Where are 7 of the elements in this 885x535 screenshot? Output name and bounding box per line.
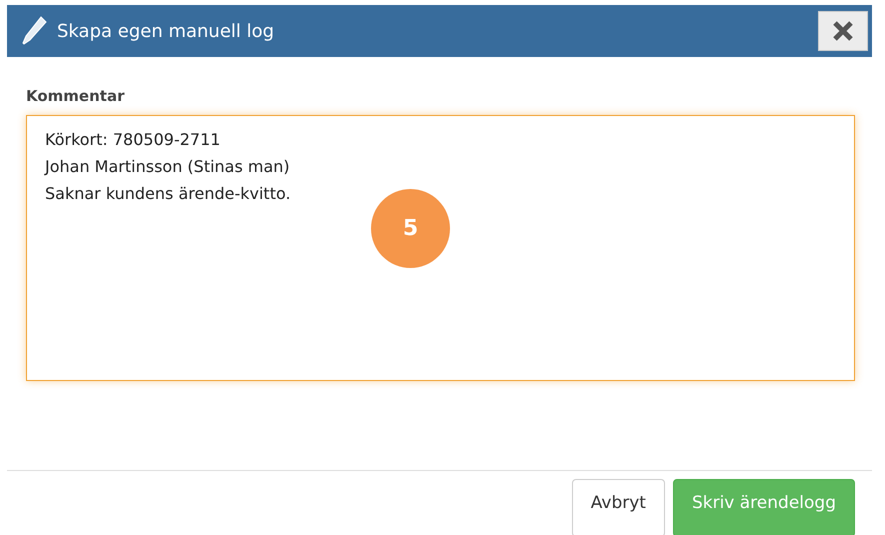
comment-label: Kommentar [26,87,126,105]
dialog-title: Skapa egen manuell log [57,20,276,42]
pencil-icon [21,16,47,46]
close-icon [832,20,854,42]
cancel-button[interactable]: Avbryt [572,479,665,535]
close-button[interactable] [818,11,868,51]
step-badge: 5 [371,189,450,268]
